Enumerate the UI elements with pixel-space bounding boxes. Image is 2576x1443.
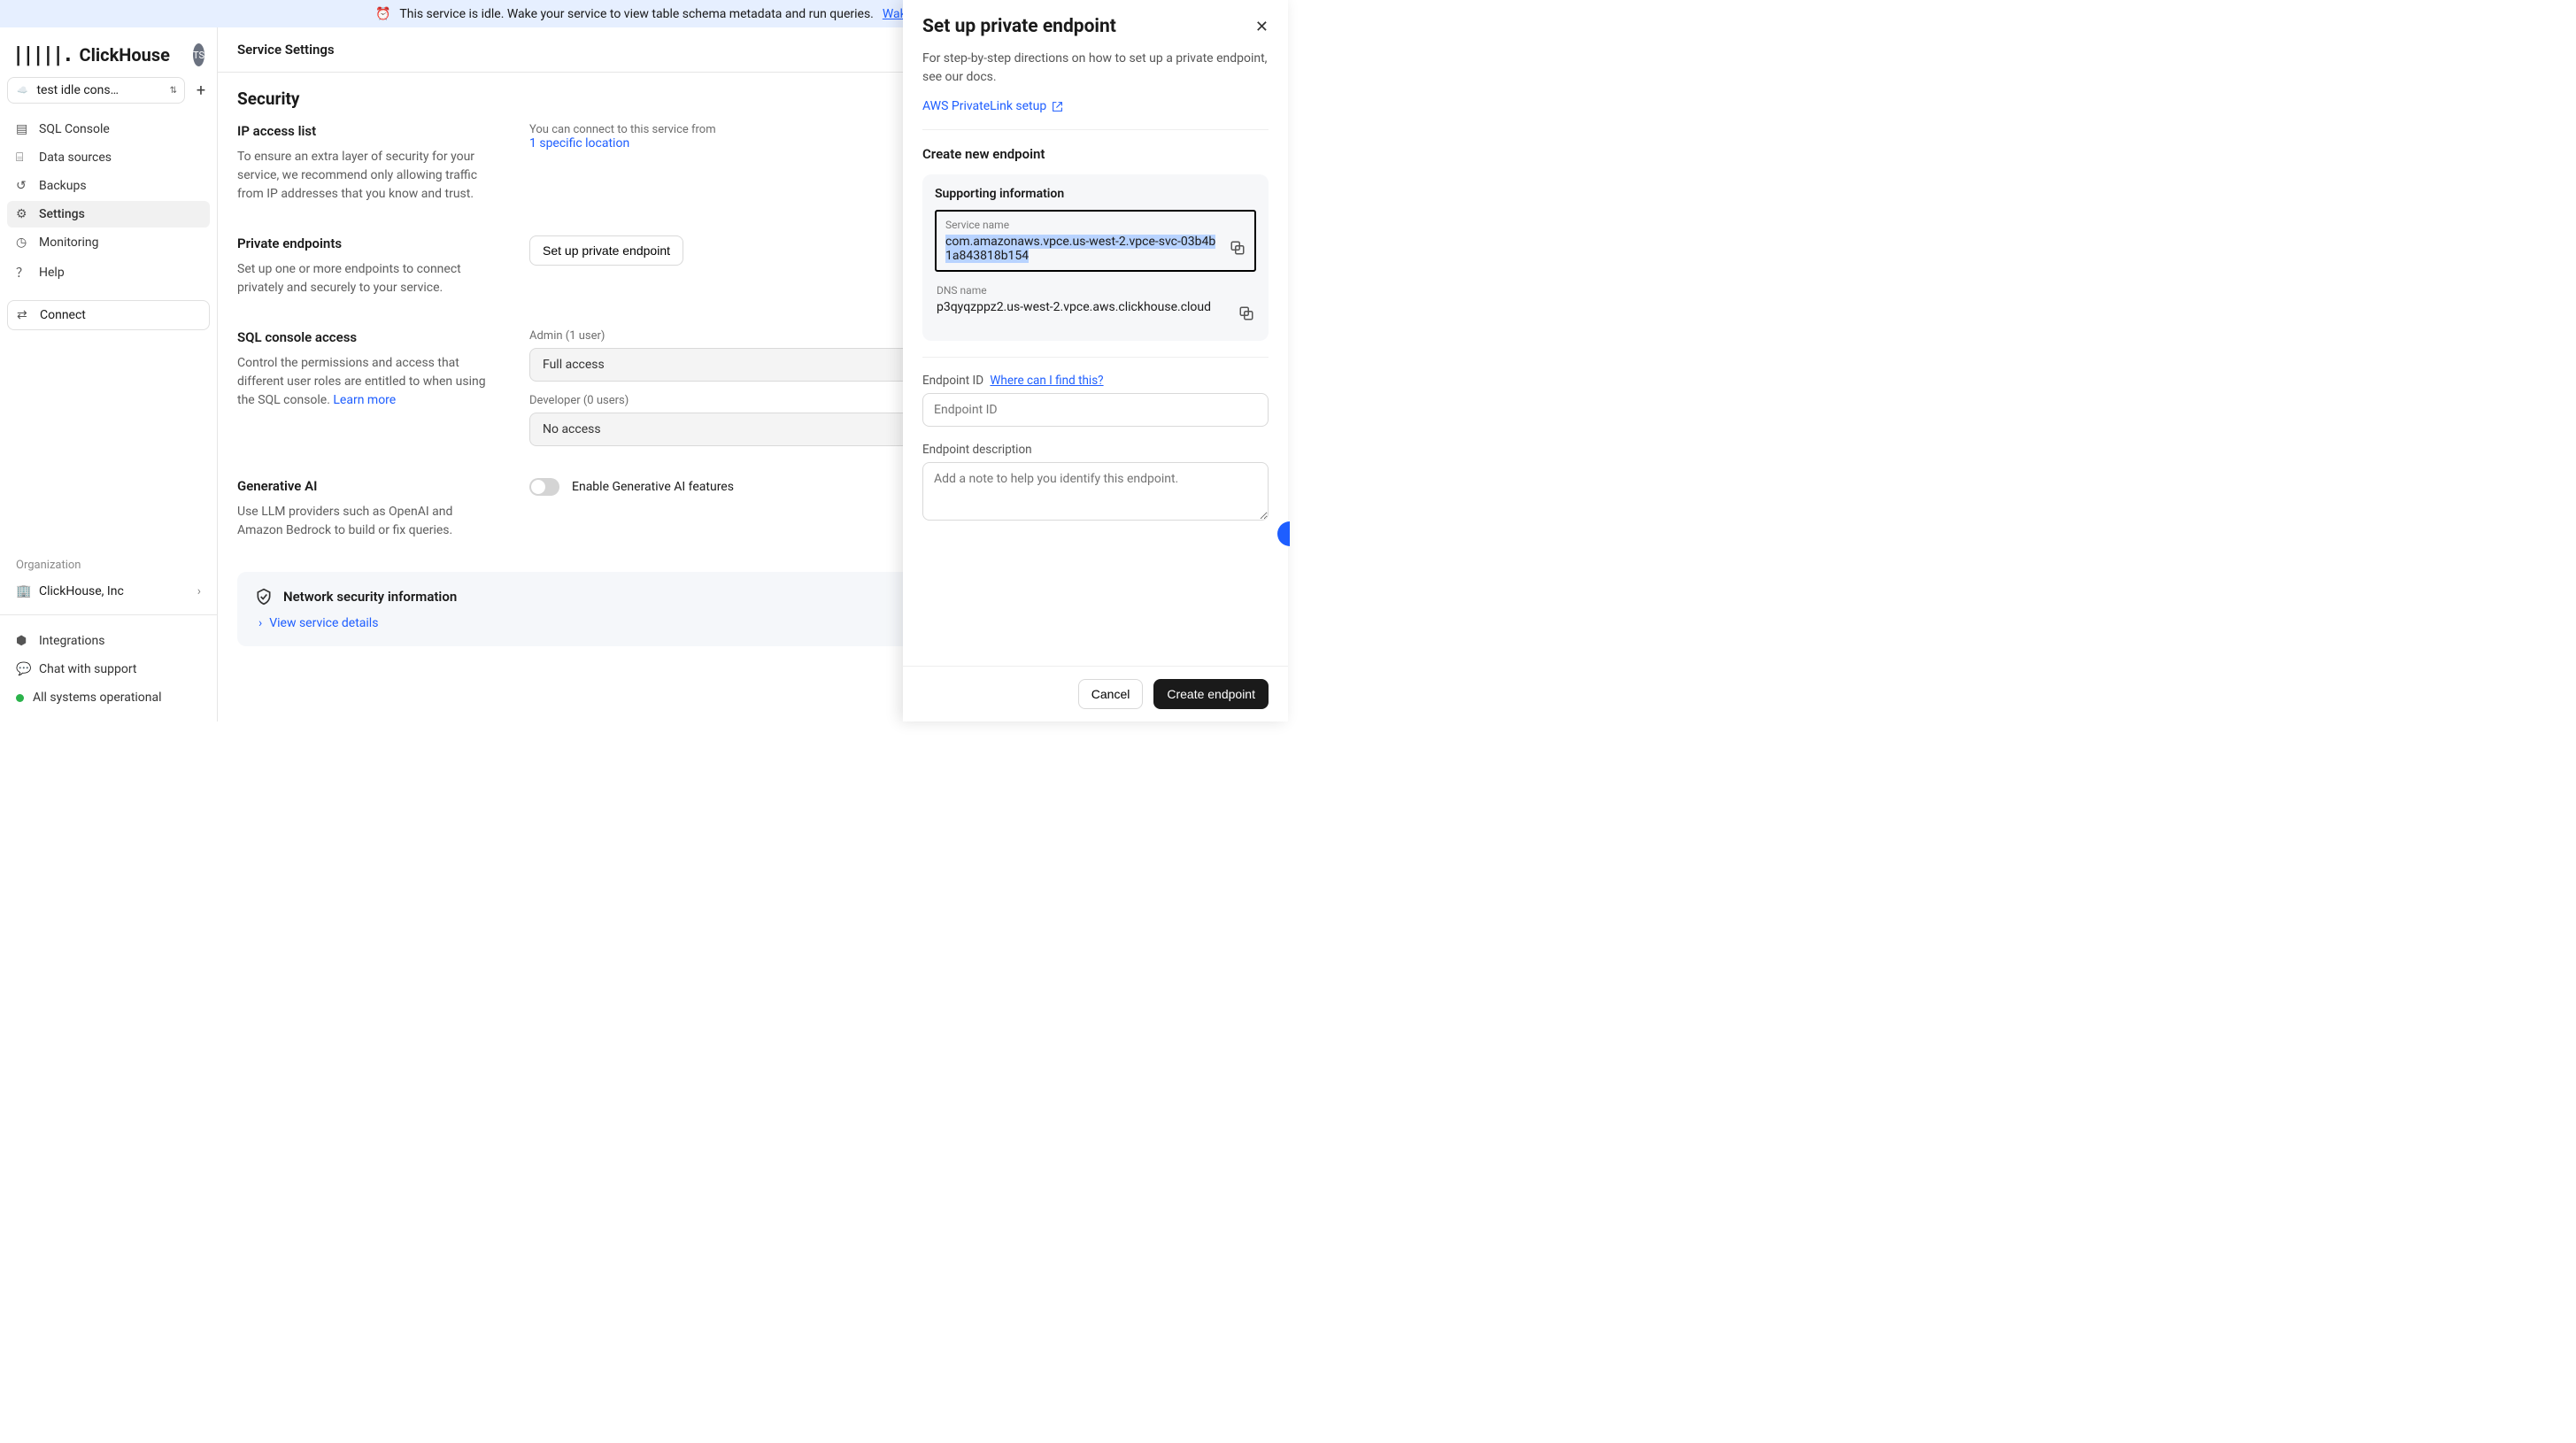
generative-ai-title: Generative AI [237,478,494,494]
database-icon: ⌸ [16,150,30,165]
ip-access-desc: To ensure an extra layer of security for… [237,148,494,204]
building-icon: 🏢 [16,584,30,598]
external-link-icon [1052,101,1063,112]
idle-banner-text: This service is idle. Wake your service … [399,7,873,21]
chevron-right-icon: › [258,616,262,630]
status-dot-green-icon [16,694,24,702]
divider [0,614,217,615]
sidebar-item-label: All systems operational [33,691,162,705]
close-icon[interactable]: ✕ [1255,18,1269,36]
sidebar-item-label: Settings [39,207,85,221]
private-endpoints-desc: Set up one or more endpoints to connect … [237,260,494,297]
sliders-icon: ⚙ [16,207,30,221]
service-name-label: Service name [945,219,1246,231]
generative-ai-toggle-label: Enable Generative AI features [572,480,734,494]
sql-console-access-title: SQL console access [237,329,494,345]
chevron-updown-icon: ⇅ [170,86,177,96]
sidebar-item-data-sources[interactable]: ⌸ Data sources [7,144,210,171]
sidebar-item-help[interactable]: ？ Help [7,258,210,288]
sidebar-item-chat-support[interactable]: 💬 Chat with support [7,656,210,683]
terminal-icon: ▤ [16,122,30,136]
sidebar-item-label: Data sources [39,150,112,165]
generative-ai-toggle[interactable] [529,478,559,496]
sidebar-item-label: Integrations [39,634,104,648]
org-label: Organization [7,559,210,577]
brand-row: |||||. ClickHouse TS [7,38,210,75]
create-endpoint-button[interactable]: Create endpoint [1153,679,1269,709]
setup-private-endpoint-button[interactable]: Set up private endpoint [529,235,683,266]
endpoint-description-input[interactable] [922,462,1269,521]
sidebar-item-label: Backups [39,179,87,193]
clickhouse-logo-icon: |||||. [12,44,72,66]
drawer-title: Set up private endpoint [922,16,1116,37]
chevron-right-icon: › [197,584,201,598]
where-can-i-find-this-link[interactable]: Where can I find this? [990,374,1103,388]
sidebar-item-label: SQL Console [39,122,110,136]
cancel-button[interactable]: Cancel [1078,679,1144,709]
network-security-title: Network security information [283,589,457,605]
dns-name-field: DNS name p3qyqzppz2.us-west-2.vpce.aws.c… [935,277,1256,328]
aws-privatelink-setup-link[interactable]: AWS PrivateLink setup [922,99,1063,113]
help-icon: ？ [16,264,30,282]
connect-label: Connect [40,308,86,322]
sidebar-item-monitoring[interactable]: ◷ Monitoring [7,229,210,256]
sidebar-item-sql-console[interactable]: ▤ SQL Console [7,116,210,143]
dns-name-label: DNS name [937,284,1254,297]
org-name: ClickHouse, Inc [39,584,124,598]
service-name-value: com.amazonaws.vpce.us-west-2.vpce-svc-03… [945,235,1222,263]
private-endpoint-drawer: Set up private endpoint ✕ For step-by-st… [903,0,1288,722]
shield-icon [255,588,273,606]
connect-button[interactable]: ⇄ Connect [7,300,210,330]
gauge-icon: ◷ [16,235,30,250]
copy-icon[interactable] [1230,240,1246,256]
brand-name: ClickHouse [79,44,169,66]
ip-access-title: IP access list [237,123,494,139]
clock-icon: ⏰ [375,7,390,21]
sidebar: |||||. ClickHouse TS ☁️ test idle cons… … [0,27,218,722]
history-icon: ↺ [16,179,30,193]
ip-locations-link[interactable]: 1 specific location [529,136,629,150]
create-endpoint-heading: Create new endpoint [922,146,1269,162]
drawer-description: For step-by-step directions on how to se… [922,50,1269,87]
generative-ai-desc: Use LLM providers such as OpenAI and Ama… [237,503,494,540]
learn-more-link[interactable]: Learn more [333,393,396,407]
copy-icon[interactable] [1238,305,1254,321]
supporting-information-box: Supporting information Service name com.… [922,174,1269,341]
sidebar-item-label: Monitoring [39,235,99,250]
avatar[interactable]: TS [193,43,204,66]
sql-console-access-desc: Control the permissions and access that … [237,354,494,410]
sidebar-item-status[interactable]: All systems operational [7,684,210,711]
service-name: test idle cons… [36,83,119,97]
sidebar-item-integrations[interactable]: ⬢ Integrations [7,628,210,654]
service-selector[interactable]: ☁️ test idle cons… ⇅ [7,77,185,104]
org-selector[interactable]: 🏢 ClickHouse, Inc › [7,577,210,606]
private-endpoints-title: Private endpoints [237,235,494,251]
service-name-field: Service name com.amazonaws.vpce.us-west-… [935,210,1256,272]
plug-icon: ⇄ [17,308,31,322]
dns-name-value: p3qyqzppz2.us-west-2.vpce.aws.clickhouse… [937,300,1231,314]
aws-icon: ☁️ [15,85,29,96]
supporting-information-title: Supporting information [935,187,1256,201]
sidebar-item-label: Help [39,266,65,280]
sidebar-item-label: Chat with support [39,662,137,676]
sidebar-item-settings[interactable]: ⚙ Settings [7,201,210,228]
puzzle-icon: ⬢ [16,634,30,648]
sidebar-item-backups[interactable]: ↺ Backups [7,173,210,199]
endpoint-id-label: Endpoint ID Where can I find this? [922,374,1269,388]
chat-icon: 💬 [16,662,30,676]
add-service-button[interactable]: + [192,81,210,99]
endpoint-id-input[interactable] [922,393,1269,427]
endpoint-description-label: Endpoint description [922,443,1269,457]
